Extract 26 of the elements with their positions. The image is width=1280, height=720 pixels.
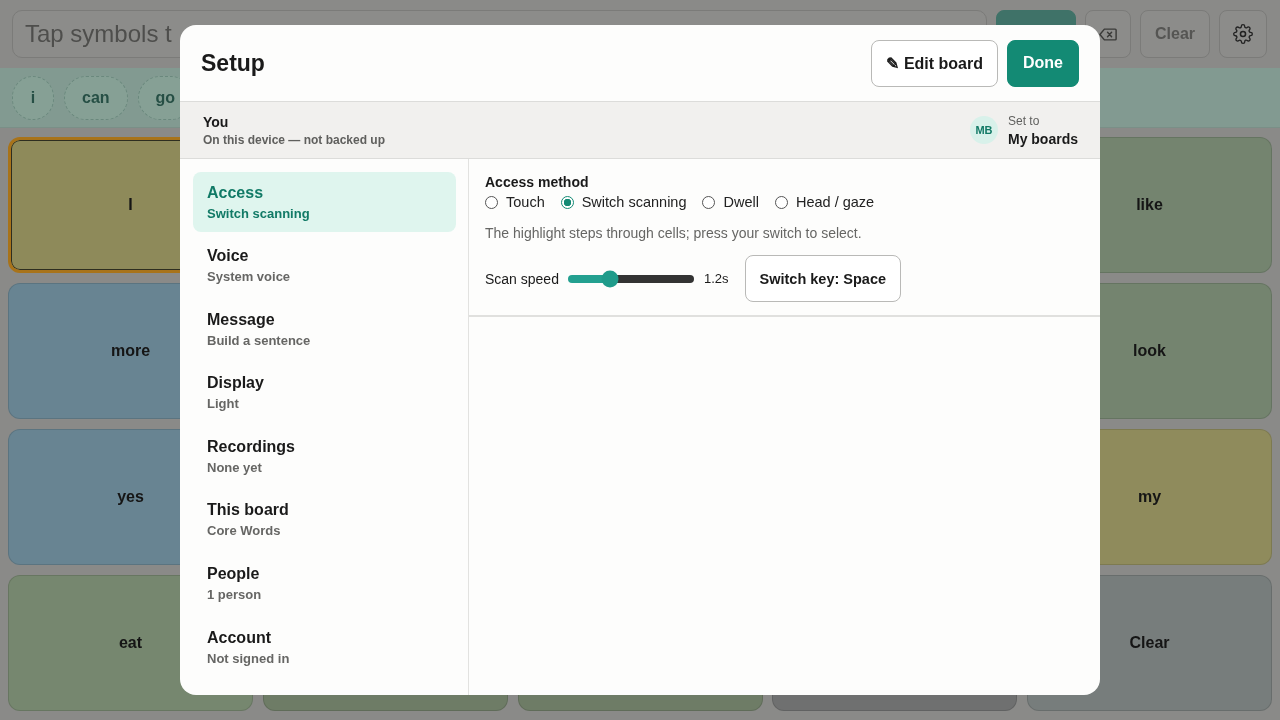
settings-button[interactable] <box>1219 10 1267 58</box>
radio-option[interactable]: Head / gaze <box>774 194 875 210</box>
radio-button[interactable] <box>485 195 498 209</box>
radio-button[interactable] <box>774 195 788 209</box>
word-chip[interactable]: can <box>64 75 128 120</box>
edit-board-button[interactable]: ✎ Edit board <box>871 39 998 87</box>
dialog-title: Setup <box>201 49 265 77</box>
radio-option[interactable]: Switch scanning <box>560 194 687 210</box>
profile-name: You <box>203 113 230 130</box>
board-caption: Set to <box>1008 113 1041 128</box>
radio-option[interactable]: Dwell <box>702 194 759 210</box>
slider-reading: 1.2s <box>703 271 729 286</box>
hint-text: The highlight steps through cells; press your switch to select. <box>485 225 862 241</box>
avatar: MB <box>970 116 998 144</box>
radio-button[interactable] <box>560 195 574 209</box>
slider-label: Scan speed <box>485 270 559 287</box>
done-button[interactable]: Done <box>1007 39 1079 87</box>
radio-button[interactable] <box>702 195 716 209</box>
radio-option[interactable]: Touch <box>485 194 545 210</box>
nav-item[interactable]: Access Switch scanning <box>193 172 456 232</box>
word-chip[interactable]: i <box>12 75 54 120</box>
settings-icon <box>1233 24 1253 44</box>
section-heading: Access method <box>485 174 589 190</box>
slider-thumb[interactable] <box>601 270 619 287</box>
backspace-icon <box>1099 27 1117 41</box>
switch-key-button[interactable]: Switch key: Space <box>744 255 902 302</box>
